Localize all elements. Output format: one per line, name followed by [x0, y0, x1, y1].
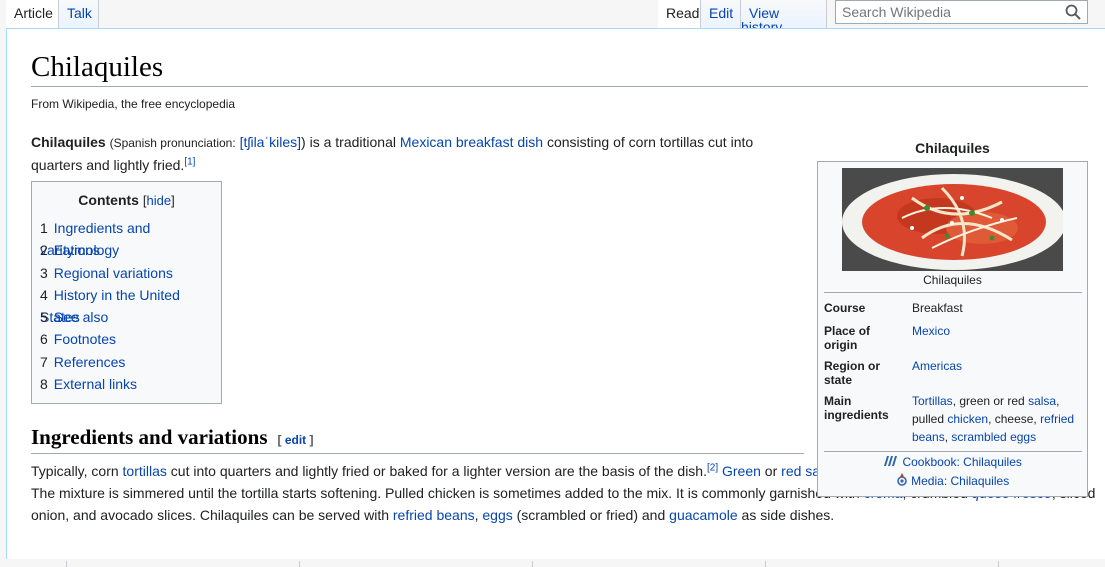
- page-title: Chilaquiles: [31, 51, 164, 83]
- dish-photo[interactable]: [842, 168, 1063, 271]
- toc-link[interactable]: Etymology: [54, 242, 119, 258]
- toc-number: 1: [40, 220, 48, 236]
- row-value: Breakfast: [912, 301, 963, 315]
- toc-item[interactable]: 7 References: [40, 351, 213, 373]
- tab-article[interactable]: Article: [6, 0, 59, 29]
- toc-number: 7: [40, 353, 48, 370]
- salsa-link[interactable]: salsa: [1028, 394, 1056, 408]
- title-divider: [31, 86, 1088, 87]
- toc-title-row: Contents [hide]: [78, 192, 175, 208]
- tab-article-label: Article: [14, 5, 53, 21]
- media-row: Media: Chilaquiles: [818, 473, 1087, 488]
- cookbook-row: Cookbook: Chilaquiles: [818, 455, 1087, 469]
- toc-number: 3: [40, 264, 48, 281]
- row-label: Course: [824, 301, 866, 315]
- table-of-contents: Contents [hide] 1 Ingredients and variati…: [31, 181, 222, 404]
- toc-item[interactable]: 2 Etymology: [40, 239, 213, 261]
- bottom-strip: [0, 559, 1105, 567]
- tortillas-link[interactable]: Tortillas: [912, 394, 953, 408]
- infobox-divider: [824, 451, 1082, 452]
- intro-paragraph: Chilaquiles (Spanish pronunciation: [tʃi…: [31, 131, 791, 176]
- scrambled-eggs-link[interactable]: scrambled eggs: [951, 430, 1036, 444]
- search-input[interactable]: Search Wikipedia: [835, 0, 1088, 24]
- ipa-link[interactable]: [tʃilaˈkiles]: [240, 134, 301, 150]
- toc-number: 8: [40, 376, 48, 393]
- tab-view-history[interactable]: View history: [741, 0, 827, 34]
- tab-talk[interactable]: Talk: [59, 0, 99, 29]
- mexico-link[interactable]: Mexico: [912, 322, 1084, 340]
- toc-number: 4: [40, 286, 48, 303]
- toc-hide-link[interactable]: hide: [146, 193, 171, 208]
- article-content: Chilaquiles From Wikipedia, the free enc…: [6, 28, 1105, 559]
- para-text: Typically, corn: [31, 463, 123, 479]
- toc-link[interactable]: Footnotes: [54, 331, 116, 347]
- toc-number: 5: [40, 309, 48, 326]
- search-icon[interactable]: [1065, 4, 1081, 20]
- toc-item[interactable]: 6 Footnotes: [40, 328, 213, 350]
- commons-icon: [896, 473, 907, 486]
- row-label: Region or state: [824, 359, 880, 387]
- toc-link[interactable]: Regional variations: [54, 265, 173, 281]
- toc-item[interactable]: 3 Regional variations: [40, 262, 213, 284]
- tab-edit[interactable]: Edit: [701, 0, 741, 29]
- intro-text-1: is a traditional: [305, 134, 400, 150]
- toc-link[interactable]: External links: [54, 376, 137, 392]
- infobox-divider: [824, 292, 1082, 293]
- toc-link[interactable]: References: [54, 354, 126, 370]
- tab-read[interactable]: Read: [658, 0, 701, 29]
- infobox: Chilaquiles Course Breakfast Place of or…: [817, 161, 1088, 497]
- section-heading-text: Ingredients and variations: [31, 425, 268, 449]
- mexican-breakfast-link[interactable]: Mexican breakfast dish: [400, 134, 543, 150]
- tagline: From Wikipedia, the free encyclopedia: [31, 97, 236, 111]
- ref-2-link[interactable]: [2]: [707, 462, 718, 473]
- section-heading: Ingredients and variations[ edit ]: [31, 425, 314, 449]
- guacamole-link[interactable]: guacamole: [669, 507, 738, 523]
- para-text: as side dishes.: [737, 507, 835, 523]
- pron-label: (Spanish pronunciation:: [109, 136, 236, 150]
- toc-title: Contents: [78, 192, 139, 208]
- para-text: (scrambled or fried) and: [512, 507, 670, 523]
- chicken-link[interactable]: chicken: [947, 412, 988, 426]
- toc-item[interactable]: 1 Ingredients and variations: [40, 217, 213, 258]
- eggs-link[interactable]: eggs: [482, 507, 512, 523]
- tab-talk-label: Talk: [67, 5, 92, 21]
- tab-edit-label: Edit: [709, 5, 734, 21]
- toc-item[interactable]: 4 History in the United States: [40, 284, 213, 325]
- toc-link[interactable]: See also: [54, 309, 108, 325]
- tortillas-link[interactable]: tortillas: [123, 463, 167, 479]
- ref-1-link[interactable]: [1]: [184, 156, 195, 167]
- value-text: , green or red: [952, 394, 1029, 408]
- infobox-caption: Chilaquiles: [915, 140, 990, 156]
- para-text: cut into quarters and lightly fried or b…: [166, 463, 707, 479]
- intro-term: Chilaquiles: [31, 134, 106, 150]
- image-caption: Chilaquiles: [923, 273, 982, 287]
- row-label: Place of origin: [824, 324, 871, 352]
- dish-photo-art: [842, 168, 1063, 271]
- toc-item[interactable]: 8 External links: [40, 373, 213, 395]
- row-label: Main ingredients: [824, 394, 889, 422]
- cookbook-link[interactable]: Cookbook: Chilaquiles: [902, 455, 1021, 469]
- green-link[interactable]: Green: [722, 463, 761, 479]
- toc-item[interactable]: 5 See also: [40, 306, 213, 328]
- americas-link[interactable]: Americas: [912, 357, 1084, 375]
- media-link[interactable]: Media: Chilaquiles: [911, 474, 1009, 488]
- toc-number: 6: [40, 331, 48, 348]
- section-divider: [31, 453, 804, 454]
- para-text: or: [760, 463, 782, 479]
- wikibooks-icon: [884, 456, 898, 466]
- top-tab-bar: Article Talk Read Edit View history Sear…: [0, 0, 1105, 34]
- search-placeholder: Search Wikipedia: [842, 4, 951, 20]
- refried-beans-link[interactable]: refried beans: [393, 507, 475, 523]
- toc-number: 2: [40, 242, 48, 259]
- section-edit-link[interactable]: edit: [285, 433, 306, 447]
- value-text: , cheese,: [988, 412, 1041, 426]
- row-value: Tortillas, green or red salsa, pulled ch…: [912, 392, 1084, 446]
